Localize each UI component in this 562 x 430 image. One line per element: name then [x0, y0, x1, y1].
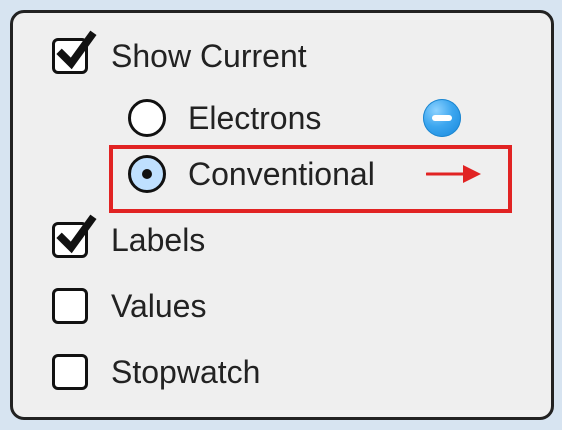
checkmark-icon: [56, 30, 97, 70]
red-arrow-right-icon: [426, 165, 481, 183]
electrons-label: Electrons: [188, 100, 322, 136]
show-current-option[interactable]: Show Current: [52, 30, 307, 74]
values-label: Values: [111, 288, 207, 324]
checkmark-icon: [56, 214, 97, 254]
stopwatch-checkbox[interactable]: [52, 354, 88, 390]
radio-selected-dot: [142, 169, 152, 179]
conventional-label: Conventional: [188, 156, 375, 192]
stopwatch-label: Stopwatch: [111, 354, 261, 390]
electrons-radio[interactable]: [128, 99, 166, 137]
values-checkbox[interactable]: [52, 288, 88, 324]
electrons-option[interactable]: Electrons: [128, 99, 321, 137]
labels-option[interactable]: Labels: [52, 214, 206, 258]
show-current-checkbox[interactable]: [52, 30, 97, 74]
labels-checkbox[interactable]: [52, 214, 97, 258]
conventional-radio[interactable]: [128, 155, 166, 193]
values-option[interactable]: Values: [52, 288, 206, 324]
show-current-label: Show Current: [111, 38, 307, 74]
conventional-option[interactable]: Conventional: [128, 155, 375, 193]
labels-label: Labels: [111, 222, 206, 258]
stopwatch-option[interactable]: Stopwatch: [52, 354, 260, 390]
electron-minus-icon: [423, 99, 461, 137]
